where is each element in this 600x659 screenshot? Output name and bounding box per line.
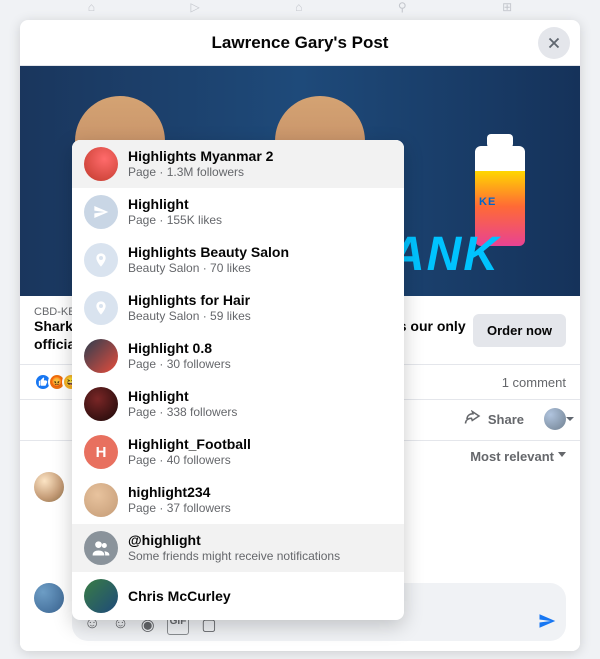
mention-avatar — [84, 291, 118, 325]
link-headline-suffix: officia — [34, 336, 75, 352]
mention-avatar — [84, 147, 118, 181]
mention-name: Highlight_Football — [128, 436, 251, 453]
mention-meta: Beauty Salon · 70 likes — [128, 261, 289, 275]
tab-icon: ⚲ — [398, 0, 407, 14]
mention-name: Highlight — [128, 196, 222, 213]
mention-avatar — [84, 339, 118, 373]
mention-avatar: H — [84, 435, 118, 469]
send-icon — [538, 612, 556, 630]
my-avatar[interactable] — [34, 583, 64, 613]
mention-meta: Some friends might receive notifications — [128, 549, 340, 563]
mention-name: Chris McCurley — [128, 588, 231, 605]
mention-avatar — [84, 387, 118, 421]
tab-icon: ⊞ — [502, 0, 512, 14]
close-icon — [545, 34, 563, 52]
commenter-avatar[interactable] — [34, 472, 64, 502]
mention-name: Highlights Beauty Salon — [128, 244, 289, 261]
background-tab-icons: ⌂ ▷ ⌂ ⚲ ⊞ — [0, 0, 600, 20]
mention-meta: Page · 338 followers — [128, 405, 237, 419]
mention-suggestion-item[interactable]: Highlights Beauty SalonBeauty Salon · 70… — [72, 236, 404, 284]
mention-name: Highlights for Hair — [128, 292, 251, 309]
mention-suggestion-item[interactable]: Highlight 0.8Page · 30 followers — [72, 332, 404, 380]
mention-meta: Page · 155K likes — [128, 213, 222, 227]
close-button[interactable] — [538, 27, 570, 59]
mention-avatar — [84, 579, 118, 613]
mention-name: highlight234 — [128, 484, 231, 501]
mention-suggestion-item[interactable]: Highlights Myanmar 2Page · 1.3M follower… — [72, 140, 404, 188]
mention-meta: Page · 1.3M followers — [128, 165, 273, 179]
mention-avatar — [84, 531, 118, 565]
tab-icon: ⌂ — [295, 0, 302, 14]
mention-name: Highlight — [128, 388, 237, 405]
comment-count[interactable]: 1 comment — [502, 375, 566, 390]
mention-avatar — [84, 483, 118, 517]
mention-meta: Page · 37 followers — [128, 501, 231, 515]
send-button[interactable] — [538, 612, 556, 635]
tab-icon: ▷ — [190, 0, 199, 14]
mention-meta: Page · 30 followers — [128, 357, 231, 371]
tab-icon: ⌂ — [88, 0, 95, 14]
share-button[interactable]: Share — [454, 404, 534, 434]
mention-name: @highlight — [128, 532, 340, 549]
mention-suggestion-item[interactable]: Highlights for HairBeauty Salon · 59 lik… — [72, 284, 404, 332]
mention-name: Highlights Myanmar 2 — [128, 148, 273, 165]
mention-suggestion-item[interactable]: HighlightPage · 338 followers — [72, 380, 404, 428]
mention-suggestions-menu: Highlights Myanmar 2Page · 1.3M follower… — [72, 140, 404, 620]
mention-suggestion-item[interactable]: HighlightPage · 155K likes — [72, 188, 404, 236]
mention-avatar — [84, 243, 118, 277]
sort-label: Most relevant — [470, 449, 554, 464]
mention-meta: Beauty Salon · 59 likes — [128, 309, 251, 323]
mention-suggestion-item[interactable]: Chris McCurley — [72, 572, 404, 620]
comment-as-selector[interactable] — [544, 408, 566, 430]
mention-suggestion-item[interactable]: H Highlight_FootballPage · 40 followers — [72, 428, 404, 476]
mention-suggestion-item[interactable]: @highlightSome friends might receive not… — [72, 524, 404, 572]
bottle-label: KE — [479, 196, 496, 208]
modal-header: Lawrence Gary's Post — [20, 20, 580, 66]
modal-title: Lawrence Gary's Post — [212, 33, 389, 53]
mention-avatar — [84, 195, 118, 229]
link-headline-prefix: Shark — [34, 318, 73, 334]
post-modal: Lawrence Gary's Post KE ANK CBD-KE Shark… — [20, 20, 580, 651]
image-text: ANK — [390, 227, 500, 282]
mention-suggestion-item[interactable]: highlight234Page · 37 followers — [72, 476, 404, 524]
share-icon — [464, 410, 482, 428]
mention-meta: Page · 40 followers — [128, 453, 251, 467]
share-label: Share — [488, 412, 524, 427]
order-now-button[interactable]: Order now — [473, 314, 566, 347]
chevron-down-icon — [558, 452, 566, 467]
mention-name: Highlight 0.8 — [128, 340, 231, 357]
